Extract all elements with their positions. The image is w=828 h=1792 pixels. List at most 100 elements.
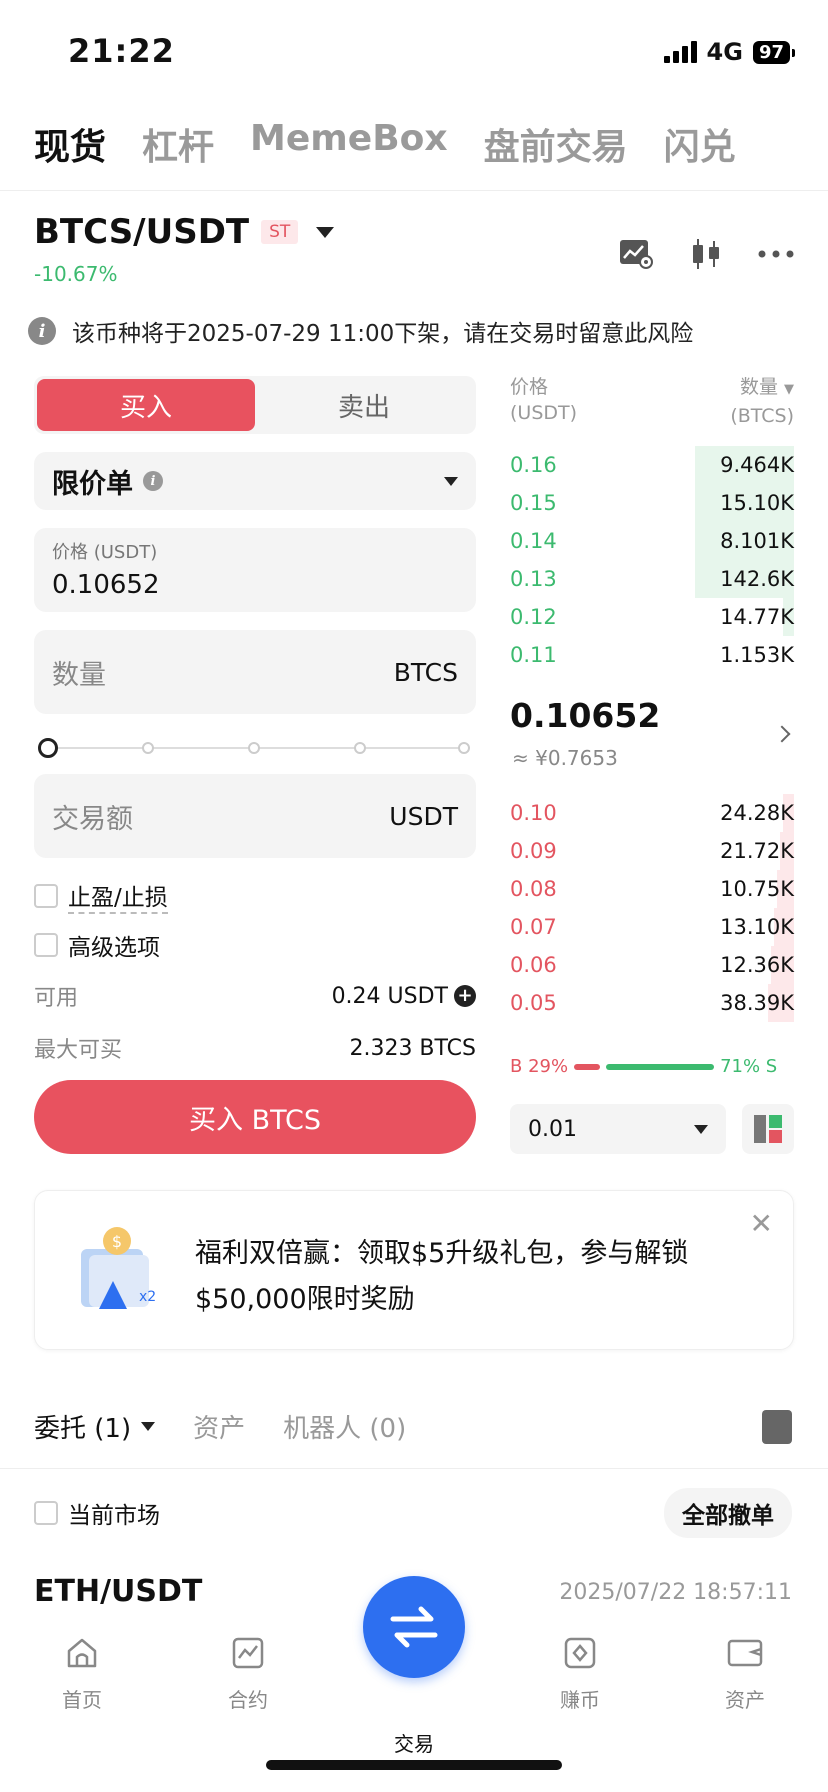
bid-price: 0.10	[510, 801, 557, 825]
bid-row[interactable]: 0.08 10.75K	[510, 870, 794, 908]
advanced-option[interactable]: 高级选项	[34, 928, 160, 962]
tp-sl-checkbox[interactable]	[34, 884, 58, 908]
ob-price-header: 价格	[510, 376, 549, 398]
bid-row[interactable]: 0.10 24.28K	[510, 794, 794, 832]
bid-price: 0.06	[510, 953, 557, 977]
bid-qty: 10.75K	[720, 877, 794, 901]
nav-futures-label: 合约	[228, 1688, 268, 1712]
orderbook-layout-button[interactable]	[742, 1104, 794, 1154]
chevron-right-icon[interactable]	[773, 725, 791, 743]
orders-tabs: 委托 (1) 资产 机器人 (0)	[34, 1408, 406, 1445]
side-switch: 买入 卖出	[34, 376, 476, 434]
swap-icon	[390, 1606, 438, 1648]
quantity-slider[interactable]	[38, 736, 472, 760]
info-icon[interactable]: i	[143, 471, 163, 491]
dropdown-icon	[141, 1422, 156, 1431]
tab-convert[interactable]: 闪兑	[664, 118, 736, 170]
order-pair: ETH/USDT	[34, 1574, 203, 1609]
signal-icon	[663, 41, 697, 63]
price-value[interactable]: 0.10652	[52, 570, 458, 600]
promo-banner[interactable]: $ x2 福利双倍赢：领取$5升级礼包，参与解锁$50,000限时奖励 ✕	[34, 1190, 794, 1350]
layout-icon	[754, 1115, 782, 1143]
nav-earn[interactable]: 赚币	[535, 1636, 625, 1713]
precision-select[interactable]: 0.01	[510, 1104, 726, 1154]
tab-assets[interactable]: 资产	[193, 1408, 245, 1445]
chart-settings-icon[interactable]	[618, 236, 654, 272]
slider-dot-50[interactable]	[248, 742, 260, 754]
slider-dot-25[interactable]	[142, 742, 154, 754]
tp-sl-label: 止盈/止损	[68, 878, 168, 914]
tab-premarket[interactable]: 盘前交易	[484, 118, 628, 170]
tab-memebox[interactable]: MemeBox	[250, 118, 448, 170]
slider-knob[interactable]	[38, 738, 58, 758]
pair-change: -10.67%	[34, 262, 118, 286]
bid-row[interactable]: 0.09 21.72K	[510, 832, 794, 870]
close-icon[interactable]: ✕	[750, 1207, 773, 1240]
order-type-select[interactable]: 限价单 i	[34, 452, 476, 510]
bid-row[interactable]: 0.06 12.36K	[510, 946, 794, 984]
deposit-plus-icon[interactable]: +	[454, 985, 476, 1007]
ask-row[interactable]: 0.12 14.77K	[510, 598, 794, 636]
order-time: 2025/07/22 18:57:11	[559, 1580, 792, 1605]
current-market-filter[interactable]: 当前市场	[34, 1496, 160, 1530]
home-icon	[67, 1638, 97, 1668]
current-market-checkbox[interactable]	[34, 1501, 58, 1525]
tab-spot[interactable]: 现货	[34, 118, 106, 170]
ask-price: 0.13	[510, 567, 557, 591]
nav-home[interactable]: 首页	[37, 1636, 127, 1713]
order-type-label: 限价单	[52, 468, 133, 500]
battery-icon: 97	[752, 40, 796, 64]
pair-name: BTCS/USDT	[34, 212, 250, 252]
tab-margin[interactable]: 杠杆	[142, 118, 214, 170]
candlestick-icon[interactable]	[688, 236, 724, 272]
ask-row[interactable]: 0.15 15.10K	[510, 484, 794, 522]
bid-row[interactable]: 0.05 38.39K	[510, 984, 794, 1022]
ask-row[interactable]: 0.13 142.6K	[510, 560, 794, 598]
buy-tab[interactable]: 买入	[37, 379, 255, 431]
slider-dot-100[interactable]	[458, 742, 470, 754]
ask-qty: 14.77K	[720, 605, 794, 629]
quantity-unit: BTCS	[393, 657, 458, 687]
bid-qty: 13.10K	[720, 915, 794, 939]
amount-input[interactable]: 交易额 USDT	[34, 774, 476, 858]
slider-dot-75[interactable]	[354, 742, 366, 754]
delisting-notice: i 该币种将于2025-07-29 11:00下架，请在交易时留意此风险	[28, 314, 693, 348]
sell-tab[interactable]: 卖出	[255, 379, 473, 431]
last-price[interactable]: 0.10652	[510, 696, 660, 735]
last-price-cny: ≈ ¥0.7653	[512, 746, 618, 770]
nav-assets-label: 资产	[725, 1688, 765, 1712]
tab-orders[interactable]: 委托 (1)	[34, 1408, 156, 1445]
tp-sl-option[interactable]: 止盈/止损	[34, 878, 168, 914]
dropdown-icon	[694, 1124, 708, 1134]
ask-row[interactable]: 0.14 8.101K	[510, 522, 794, 560]
trade-swap-button[interactable]	[363, 1576, 465, 1678]
bid-qty: 21.72K	[720, 839, 794, 863]
advanced-checkbox[interactable]	[34, 933, 58, 957]
order-history-icon[interactable]	[762, 1410, 792, 1444]
notice-text: 该币种将于2025-07-29 11:00下架，请在交易时留意此风险	[72, 321, 694, 347]
bid-qty: 12.36K	[720, 953, 794, 977]
home-indicator	[266, 1760, 562, 1770]
nav-futures[interactable]: 合约	[203, 1636, 293, 1713]
quantity-input[interactable]: 数量 BTCS	[34, 630, 476, 714]
svg-text:x2: x2	[139, 1289, 156, 1305]
st-badge: ST	[261, 220, 299, 244]
ob-qty-toggle[interactable]: 数量 ▼ (BTCS)	[730, 374, 794, 429]
dropdown-icon	[444, 476, 458, 486]
cancel-all-button[interactable]: 全部撤单	[664, 1488, 792, 1538]
bid-row[interactable]: 0.07 13.10K	[510, 908, 794, 946]
ask-row[interactable]: 0.11 1.153K	[510, 636, 794, 674]
nav-trade[interactable]: 交易	[369, 1728, 459, 1757]
nav-assets[interactable]: 资产	[700, 1636, 790, 1713]
tab-bots[interactable]: 机器人 (0)	[283, 1408, 406, 1445]
price-input[interactable]: 价格 (USDT) 0.10652	[34, 528, 476, 612]
more-icon[interactable]	[758, 236, 794, 272]
pair-selector[interactable]: BTCS/USDT ST	[34, 212, 335, 252]
ask-price: 0.14	[510, 529, 557, 553]
ask-row[interactable]: 0.16 9.464K	[510, 446, 794, 484]
earn-icon	[564, 1637, 596, 1669]
buy-button[interactable]: 买入 BTCS	[34, 1080, 476, 1154]
ask-price: 0.11	[510, 643, 557, 667]
amount-placeholder: 交易额	[52, 803, 133, 835]
max-buy-value: 2.323 BTCS	[349, 1035, 476, 1061]
